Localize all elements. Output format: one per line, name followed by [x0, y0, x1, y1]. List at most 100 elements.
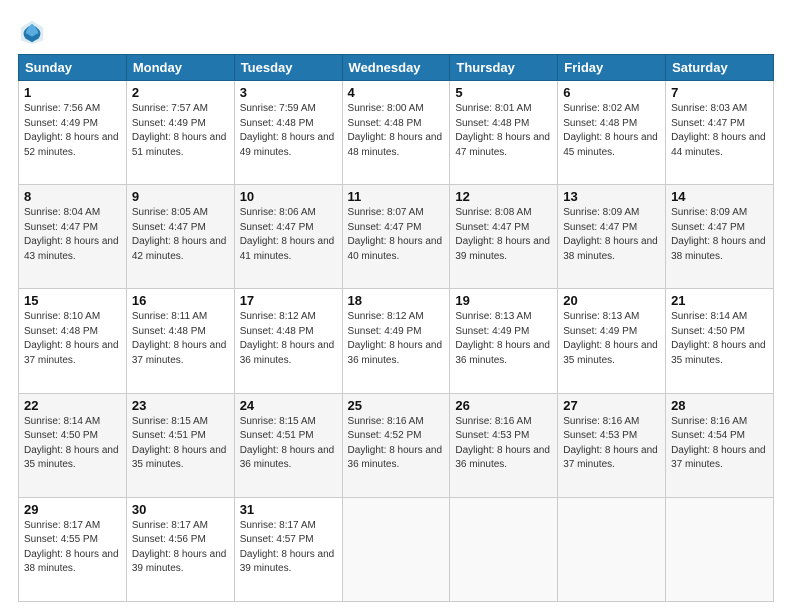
sunset-label: Sunset: 4:47 PM	[563, 222, 637, 233]
calendar-cell: 19 Sunrise: 8:13 AM Sunset: 4:49 PM Dayl…	[450, 289, 558, 393]
sunrise-label: Sunrise: 8:17 AM	[24, 520, 100, 531]
day-number: 15	[24, 293, 121, 308]
sunset-label: Sunset: 4:47 PM	[132, 222, 206, 233]
calendar-week-4: 22 Sunrise: 8:14 AM Sunset: 4:50 PM Dayl…	[19, 393, 774, 497]
sunrise-label: Sunrise: 8:13 AM	[563, 311, 639, 322]
daylight-label: Daylight: 8 hours and 36 minutes.	[348, 445, 443, 471]
daylight-label: Daylight: 8 hours and 45 minutes.	[563, 132, 658, 158]
day-number: 27	[563, 398, 660, 413]
calendar-cell: 28 Sunrise: 8:16 AM Sunset: 4:54 PM Dayl…	[666, 393, 774, 497]
calendar-cell: 2 Sunrise: 7:57 AM Sunset: 4:49 PM Dayli…	[126, 81, 234, 185]
daylight-label: Daylight: 8 hours and 36 minutes.	[348, 340, 443, 366]
sunset-label: Sunset: 4:49 PM	[132, 118, 206, 129]
sunrise-label: Sunrise: 8:13 AM	[455, 311, 531, 322]
calendar-cell: 27 Sunrise: 8:16 AM Sunset: 4:53 PM Dayl…	[558, 393, 666, 497]
logo-icon	[18, 18, 46, 46]
day-number: 4	[348, 85, 445, 100]
day-number: 11	[348, 189, 445, 204]
sunrise-label: Sunrise: 8:11 AM	[132, 311, 207, 322]
sunrise-label: Sunrise: 8:05 AM	[132, 207, 208, 218]
sunrise-label: Sunrise: 8:16 AM	[348, 416, 424, 427]
daylight-label: Daylight: 8 hours and 37 minutes.	[671, 445, 766, 471]
day-info: Sunrise: 8:12 AM Sunset: 4:49 PM Dayligh…	[348, 310, 445, 368]
day-info: Sunrise: 8:09 AM Sunset: 4:47 PM Dayligh…	[563, 206, 660, 264]
day-number: 29	[24, 502, 121, 517]
daylight-label: Daylight: 8 hours and 39 minutes.	[455, 236, 550, 262]
sunset-label: Sunset: 4:57 PM	[240, 534, 314, 545]
header	[18, 18, 774, 46]
day-number: 20	[563, 293, 660, 308]
day-info: Sunrise: 8:16 AM Sunset: 4:54 PM Dayligh…	[671, 415, 768, 473]
daylight-label: Daylight: 8 hours and 42 minutes.	[132, 236, 227, 262]
calendar-cell: 13 Sunrise: 8:09 AM Sunset: 4:47 PM Dayl…	[558, 185, 666, 289]
calendar-cell: 1 Sunrise: 7:56 AM Sunset: 4:49 PM Dayli…	[19, 81, 127, 185]
daylight-label: Daylight: 8 hours and 37 minutes.	[563, 445, 658, 471]
calendar-cell: 6 Sunrise: 8:02 AM Sunset: 4:48 PM Dayli…	[558, 81, 666, 185]
calendar-cell: 8 Sunrise: 8:04 AM Sunset: 4:47 PM Dayli…	[19, 185, 127, 289]
day-info: Sunrise: 8:04 AM Sunset: 4:47 PM Dayligh…	[24, 206, 121, 264]
day-info: Sunrise: 8:05 AM Sunset: 4:47 PM Dayligh…	[132, 206, 229, 264]
sunrise-label: Sunrise: 8:09 AM	[563, 207, 639, 218]
day-number: 31	[240, 502, 337, 517]
calendar-week-2: 8 Sunrise: 8:04 AM Sunset: 4:47 PM Dayli…	[19, 185, 774, 289]
calendar-cell: 3 Sunrise: 7:59 AM Sunset: 4:48 PM Dayli…	[234, 81, 342, 185]
daylight-label: Daylight: 8 hours and 51 minutes.	[132, 132, 227, 158]
day-number: 22	[24, 398, 121, 413]
sunset-label: Sunset: 4:47 PM	[671, 118, 745, 129]
calendar-cell: 15 Sunrise: 8:10 AM Sunset: 4:48 PM Dayl…	[19, 289, 127, 393]
sunset-label: Sunset: 4:48 PM	[24, 326, 98, 337]
day-header-thursday: Thursday	[450, 55, 558, 81]
calendar-cell: 14 Sunrise: 8:09 AM Sunset: 4:47 PM Dayl…	[666, 185, 774, 289]
day-number: 5	[455, 85, 552, 100]
day-info: Sunrise: 8:09 AM Sunset: 4:47 PM Dayligh…	[671, 206, 768, 264]
day-info: Sunrise: 8:17 AM Sunset: 4:57 PM Dayligh…	[240, 519, 337, 577]
calendar-cell: 16 Sunrise: 8:11 AM Sunset: 4:48 PM Dayl…	[126, 289, 234, 393]
sunrise-label: Sunrise: 8:06 AM	[240, 207, 316, 218]
sunset-label: Sunset: 4:47 PM	[24, 222, 98, 233]
calendar-cell	[666, 497, 774, 601]
daylight-label: Daylight: 8 hours and 38 minutes.	[563, 236, 658, 262]
day-number: 26	[455, 398, 552, 413]
day-header-saturday: Saturday	[666, 55, 774, 81]
sunset-label: Sunset: 4:50 PM	[24, 430, 98, 441]
sunset-label: Sunset: 4:47 PM	[455, 222, 529, 233]
daylight-label: Daylight: 8 hours and 40 minutes.	[348, 236, 443, 262]
day-number: 9	[132, 189, 229, 204]
calendar-cell: 12 Sunrise: 8:08 AM Sunset: 4:47 PM Dayl…	[450, 185, 558, 289]
day-info: Sunrise: 8:15 AM Sunset: 4:51 PM Dayligh…	[132, 415, 229, 473]
sunset-label: Sunset: 4:48 PM	[563, 118, 637, 129]
sunset-label: Sunset: 4:48 PM	[240, 326, 314, 337]
calendar-cell: 25 Sunrise: 8:16 AM Sunset: 4:52 PM Dayl…	[342, 393, 450, 497]
day-info: Sunrise: 8:13 AM Sunset: 4:49 PM Dayligh…	[455, 310, 552, 368]
daylight-label: Daylight: 8 hours and 44 minutes.	[671, 132, 766, 158]
day-info: Sunrise: 8:10 AM Sunset: 4:48 PM Dayligh…	[24, 310, 121, 368]
day-info: Sunrise: 8:13 AM Sunset: 4:49 PM Dayligh…	[563, 310, 660, 368]
sunrise-label: Sunrise: 8:16 AM	[671, 416, 747, 427]
calendar-cell: 29 Sunrise: 8:17 AM Sunset: 4:55 PM Dayl…	[19, 497, 127, 601]
sunrise-label: Sunrise: 7:57 AM	[132, 103, 208, 114]
sunset-label: Sunset: 4:48 PM	[348, 118, 422, 129]
calendar-cell: 26 Sunrise: 8:16 AM Sunset: 4:53 PM Dayl…	[450, 393, 558, 497]
day-info: Sunrise: 8:07 AM Sunset: 4:47 PM Dayligh…	[348, 206, 445, 264]
calendar-cell: 7 Sunrise: 8:03 AM Sunset: 4:47 PM Dayli…	[666, 81, 774, 185]
day-number: 6	[563, 85, 660, 100]
calendar-cell	[558, 497, 666, 601]
sunset-label: Sunset: 4:48 PM	[455, 118, 529, 129]
day-info: Sunrise: 8:14 AM Sunset: 4:50 PM Dayligh…	[671, 310, 768, 368]
sunset-label: Sunset: 4:55 PM	[24, 534, 98, 545]
day-info: Sunrise: 8:16 AM Sunset: 4:53 PM Dayligh…	[455, 415, 552, 473]
sunrise-label: Sunrise: 8:16 AM	[455, 416, 531, 427]
day-number: 14	[671, 189, 768, 204]
calendar-cell	[450, 497, 558, 601]
sunset-label: Sunset: 4:51 PM	[132, 430, 206, 441]
sunrise-label: Sunrise: 7:59 AM	[240, 103, 316, 114]
sunset-label: Sunset: 4:53 PM	[563, 430, 637, 441]
sunrise-label: Sunrise: 8:15 AM	[132, 416, 208, 427]
daylight-label: Daylight: 8 hours and 52 minutes.	[24, 132, 119, 158]
day-number: 25	[348, 398, 445, 413]
calendar-header-row: SundayMondayTuesdayWednesdayThursdayFrid…	[19, 55, 774, 81]
day-number: 1	[24, 85, 121, 100]
calendar-cell: 20 Sunrise: 8:13 AM Sunset: 4:49 PM Dayl…	[558, 289, 666, 393]
sunset-label: Sunset: 4:49 PM	[563, 326, 637, 337]
day-info: Sunrise: 8:17 AM Sunset: 4:56 PM Dayligh…	[132, 519, 229, 577]
